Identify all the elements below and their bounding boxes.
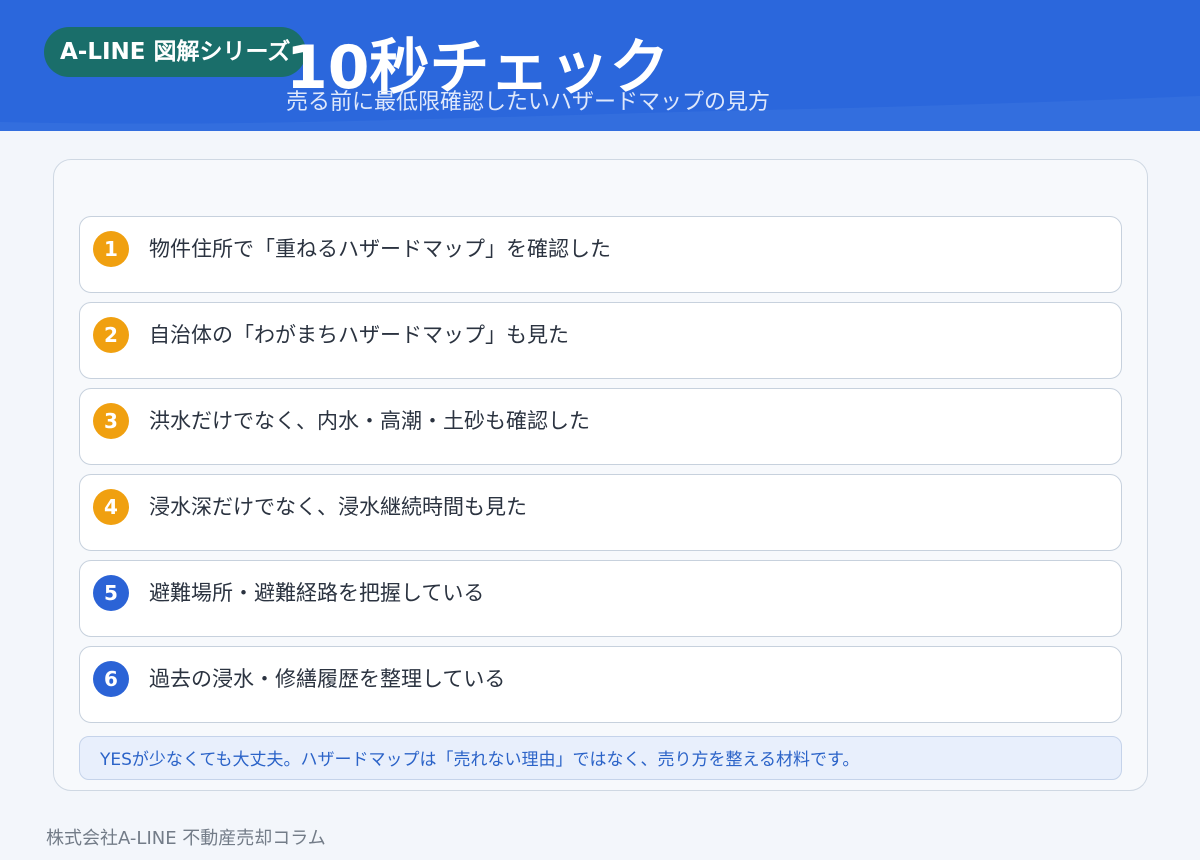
note-text: YESが少なくても大丈夫。ハザードマップは「売れない理由」ではなく、売り方を整え… xyxy=(100,750,860,770)
checklist-item-text: 浸水深だけでなく、浸水継続時間も見た xyxy=(149,495,527,519)
item-number-badge: 1 xyxy=(93,231,129,267)
checklist-item-4: 4 浸水深だけでなく、浸水継続時間も見た xyxy=(79,474,1122,551)
checklist-item-text: 洪水だけでなく、内水・高潮・土砂も確認した xyxy=(149,409,590,433)
page-subtitle: 売る前に最低限確認したいハザードマップの見方 xyxy=(286,90,771,115)
item-number-badge: 2 xyxy=(93,317,129,353)
item-number-badge: 3 xyxy=(93,403,129,439)
footer-credit: 株式会社A-LINE 不動産売却コラム xyxy=(46,828,326,849)
checklist-item-2: 2 自治体の「わがまちハザードマップ」も見た xyxy=(79,302,1122,379)
checklist-item-5: 5 避難場所・避難経路を把握している xyxy=(79,560,1122,637)
checklist-item-1: 1 物件住所で「重ねるハザードマップ」を確認した xyxy=(79,216,1122,293)
item-number-badge: 5 xyxy=(93,575,129,611)
checklist-item-text: 自治体の「わがまちハザードマップ」も見た xyxy=(149,323,569,347)
checklist-item-3: 3 洪水だけでなく、内水・高潮・土砂も確認した xyxy=(79,388,1122,465)
checklist-item-text: 避難場所・避難経路を把握している xyxy=(149,581,485,605)
series-badge: A-LINE 図解シリーズ xyxy=(44,27,307,77)
header-banner: A-LINE 図解シリーズ 10秒チェック 売る前に最低限確認したいハザードマッ… xyxy=(0,0,1200,131)
checklist-item-6: 6 過去の浸水・修繕履歴を整理している xyxy=(79,646,1122,723)
checklist-item-text: 物件住所で「重ねるハザードマップ」を確認した xyxy=(149,237,611,261)
item-number-badge: 4 xyxy=(93,489,129,525)
checklist-item-text: 過去の浸水・修繕履歴を整理している xyxy=(149,667,506,691)
note-box: YESが少なくても大丈夫。ハザードマップは「売れない理由」ではなく、売り方を整え… xyxy=(79,736,1122,780)
item-number-badge: 6 xyxy=(93,661,129,697)
